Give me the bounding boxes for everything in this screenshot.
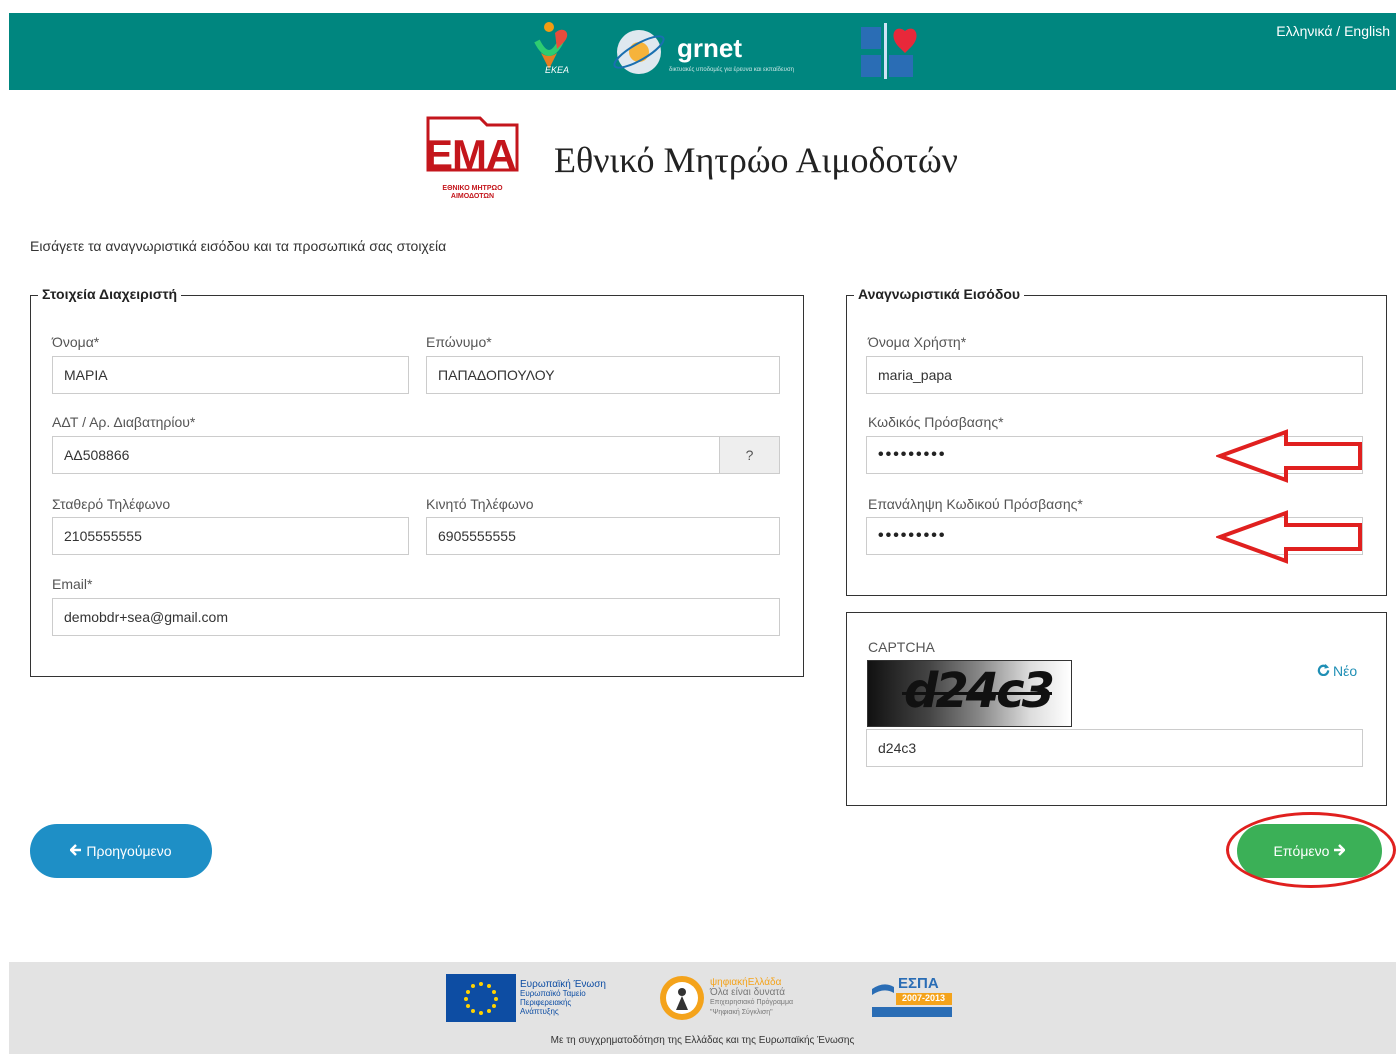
ema-logo: ΕΜΑ ΕΘΝΙΚΟ ΜΗΤΡΩΟ ΑΙΜΟΔΟΤΩΝ: [425, 115, 520, 205]
captcha-image-text: d24c3: [904, 663, 1055, 719]
mobile-label: Κινητό Τηλέφωνο: [426, 496, 534, 512]
eu-logo: Ευρωπαϊκή Ένωση Ευρωπαϊκό Ταμείο Περιφερ…: [446, 974, 630, 1022]
password-label: Κωδικός Πρόσβασης*: [868, 414, 1004, 430]
first-name-label: Όνομα*: [52, 334, 100, 350]
digital-greece-logo: ψηφιακήΕλλάδα Όλα είναι δυνατά Επιχειρησ…: [660, 976, 840, 1020]
eu-text: Ευρωπαϊκή Ένωση Ευρωπαϊκό Ταμείο Περιφερ…: [520, 979, 630, 1017]
language-switch[interactable]: Ελληνικά / English: [1276, 23, 1390, 39]
captcha-refresh-label: Νέο: [1333, 663, 1358, 679]
annotation-arrow-password-repeat: [1216, 510, 1362, 564]
header-bar: ΕΚΕΑ grnet δικτυακές υποδομές για έρευνα…: [9, 13, 1396, 90]
health-ministry-logo: [857, 19, 923, 85]
refresh-icon: [1317, 663, 1330, 679]
captcha-strike: [902, 692, 1052, 695]
grnet-tagline: δικτυακές υποδομές για έρευνα και εκπαίδ…: [669, 67, 794, 73]
credentials-legend: Αναγνωριστικά Εισόδου: [854, 286, 1025, 302]
digital-text-line: Όλα είναι δυνατά: [710, 987, 786, 998]
mobile-input[interactable]: 6905555555: [426, 517, 780, 555]
captcha-refresh-button[interactable]: Νέο: [1317, 663, 1357, 679]
captcha-input[interactable]: d24c3: [866, 729, 1363, 767]
grnet-logo-text: grnet: [677, 33, 742, 63]
ema-logo-text: ΕΜΑ: [425, 131, 516, 178]
digital-greece-icon: [660, 976, 704, 1020]
username-label: Όνομα Χρήστη*: [868, 334, 967, 350]
last-name-input[interactable]: ΠΑΠΑΔΟΠΟΥΛΟΥ: [426, 356, 780, 394]
digital-greece-text: ψηφιακήΕλλάδα Όλα είναι δυνατά Επιχειρησ…: [710, 978, 840, 1018]
captcha-image: d24c3: [867, 660, 1072, 727]
page-title: Εθνικό Μητρώο Αιμοδοτών: [554, 140, 958, 180]
ekea-logo-text: ΕΚΕΑ: [545, 65, 570, 75]
arrow-left-icon: [69, 843, 82, 859]
landline-label: Σταθερό Τηλέφωνο: [52, 496, 171, 512]
eu-text-line: Ευρωπαϊκή Ένωση: [520, 979, 606, 990]
email-input[interactable]: demobdr+sea@gmail.com: [52, 598, 780, 636]
id-number-label: ΑΔΤ / Αρ. Διαβατηρίου*: [52, 414, 196, 430]
espa-years: 2007-2013: [902, 993, 946, 1003]
digital-text-line: Επιχειρησιακό Πρόγραμμα: [710, 999, 794, 1006]
grnet-logo: grnet δικτυακές υποδομές για έρευνα και …: [609, 19, 839, 85]
partner-logos: ΕΚΕΑ grnet δικτυακές υποδομές για έρευνα…: [527, 19, 923, 85]
previous-button-label: Προηγούμενο: [86, 843, 172, 859]
brand: ΕΜΑ ΕΘΝΙΚΟ ΜΗΤΡΩΟ ΑΙΜΟΔΟΤΩΝ Εθνικό Μητρώ…: [425, 115, 958, 205]
espa-logo-text: ΕΣΠΑ: [898, 975, 939, 992]
annotation-arrow-password: [1216, 429, 1362, 483]
intro-text: Εισάγετε τα αναγνωριστικά εισόδου και τα…: [30, 238, 447, 254]
password-repeat-label: Επανάληψη Κωδικού Πρόσβασης*: [868, 496, 1083, 512]
last-name-label: Επώνυμο*: [426, 334, 492, 350]
annotation-circle-next: [1226, 812, 1396, 888]
username-input[interactable]: maria_papa: [866, 356, 1363, 394]
footer-logos: Ευρωπαϊκή Ένωση Ευρωπαϊκό Ταμείο Περιφερ…: [446, 974, 954, 1022]
eu-text-line: Ανάπτυξης: [520, 1007, 559, 1016]
id-help-button[interactable]: ?: [719, 436, 780, 474]
landline-input[interactable]: 2105555555: [52, 517, 409, 555]
captcha-label: CAPTCHA: [868, 639, 935, 655]
eu-text-line: Ευρωπαϊκό Ταμείο: [520, 989, 586, 998]
footer-note: Με τη συγχρηματοδότηση της Ελλάδας και τ…: [550, 1035, 855, 1046]
email-label: Email*: [52, 576, 93, 592]
ema-logo-subtext: ΕΘΝΙΚΟ ΜΗΤΡΩΟ ΑΙΜΟΔΟΤΩΝ: [442, 185, 503, 200]
footer: Ευρωπαϊκή Ένωση Ευρωπαϊκό Ταμείο Περιφερ…: [9, 962, 1396, 1054]
id-number-input[interactable]: ΑΔ508866: [52, 436, 720, 474]
eu-text-line: Περιφερειακής: [520, 998, 572, 1007]
previous-button[interactable]: Προηγούμενο: [30, 824, 212, 878]
first-name-input[interactable]: ΜΑΡΙΑ: [52, 356, 409, 394]
ekea-logo: ΕΚΕΑ: [527, 19, 591, 85]
eu-flag-icon: [446, 974, 516, 1022]
admin-legend: Στοιχεία Διαχειριστή: [38, 286, 182, 302]
digital-text-line: "Ψηφιακή Σύγκλιση": [710, 1009, 773, 1016]
espa-logo: ΕΣΠΑ 2007-2013: [870, 975, 954, 1021]
